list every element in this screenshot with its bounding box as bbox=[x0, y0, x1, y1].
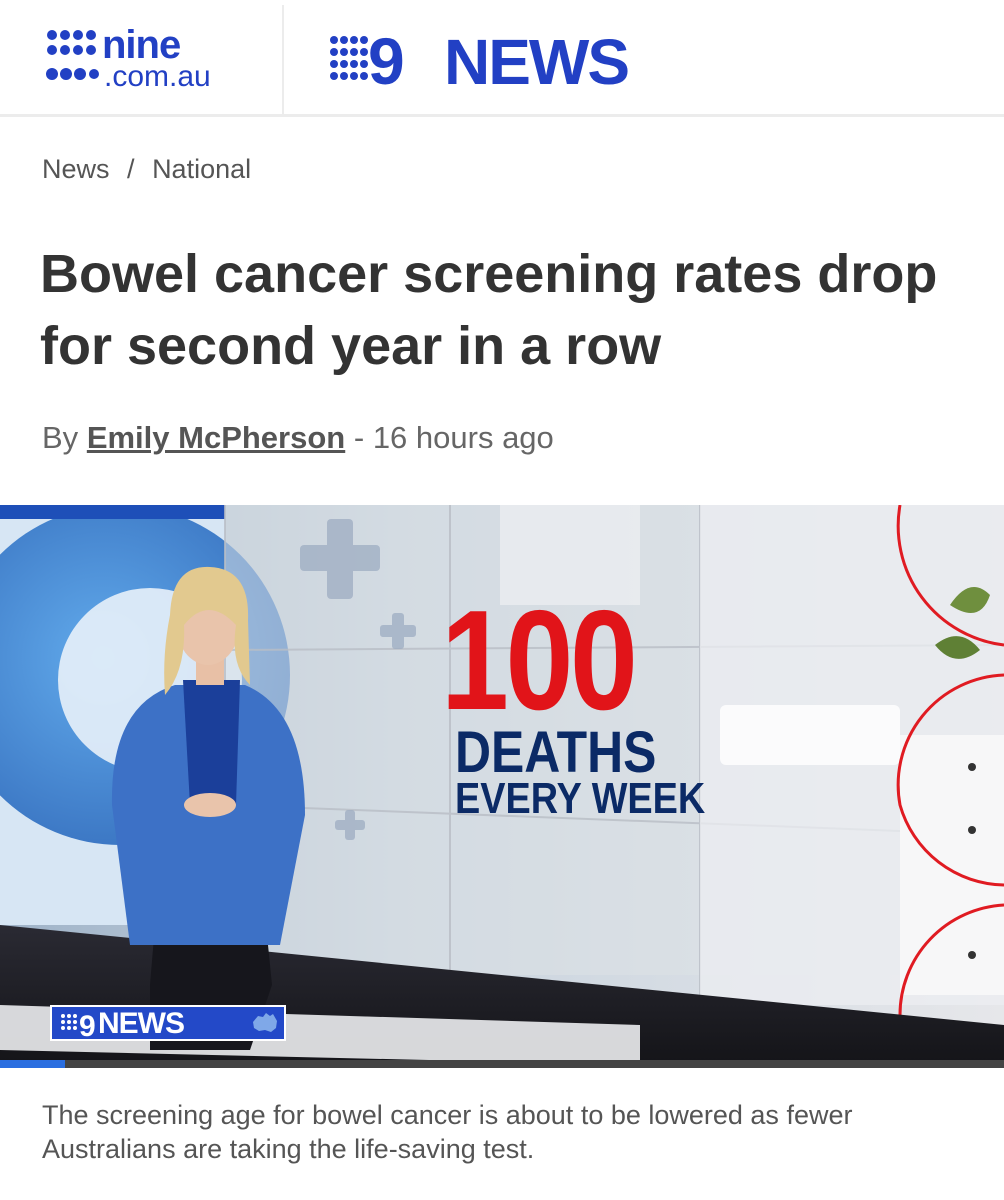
news-logo-numeral: 9 bbox=[368, 28, 405, 90]
article-title: Bowel cancer screening rates drop for se… bbox=[40, 244, 938, 376]
nine-com-au-logo[interactable]: nine .com.au bbox=[44, 26, 244, 94]
published-time: 16 hours ago bbox=[372, 420, 554, 455]
nine-news-dots-icon bbox=[330, 36, 368, 80]
news-logo-word: NEWS bbox=[444, 28, 628, 90]
nine-logo-dots-icon bbox=[46, 30, 99, 80]
breadcrumb-separator: / bbox=[127, 154, 135, 184]
stat-line-every-week: EVERY WEEK bbox=[455, 774, 706, 823]
breadcrumb: News / National bbox=[42, 154, 251, 185]
article-byline: By Emily McPherson - 16 hours ago bbox=[42, 420, 554, 456]
watermark-word: NEWS bbox=[98, 1007, 185, 1040]
byline-dash: - bbox=[353, 420, 365, 455]
svg-text:9: 9 bbox=[79, 1010, 96, 1040]
breadcrumb-news[interactable]: News bbox=[42, 154, 110, 184]
image-caption: The screening age for bowel cancer is ab… bbox=[42, 1100, 853, 1164]
breadcrumb-national[interactable]: National bbox=[152, 154, 251, 184]
nine-news-watermark: 9 NEWS bbox=[50, 1005, 286, 1041]
australia-map-icon bbox=[253, 1013, 277, 1032]
nine-logo-domain: .com.au bbox=[104, 60, 211, 93]
video-progress-fill bbox=[0, 1060, 66, 1068]
stat-line-deaths: DEATHS bbox=[455, 720, 657, 785]
nine-news-logo[interactable]: 9 NEWS bbox=[328, 28, 658, 90]
byline-prefix: By bbox=[42, 420, 79, 455]
stat-number: 100 bbox=[441, 581, 638, 740]
header-divider bbox=[282, 5, 284, 114]
author-link[interactable]: Emily McPherson bbox=[87, 420, 345, 455]
video-progress-bar[interactable] bbox=[0, 1060, 1004, 1068]
site-header: nine .com.au 9 NEWS bbox=[0, 0, 1004, 117]
hero-video[interactable]: 100 DEATHS EVERY WEEK 9 NEWS bbox=[0, 505, 1004, 1067]
